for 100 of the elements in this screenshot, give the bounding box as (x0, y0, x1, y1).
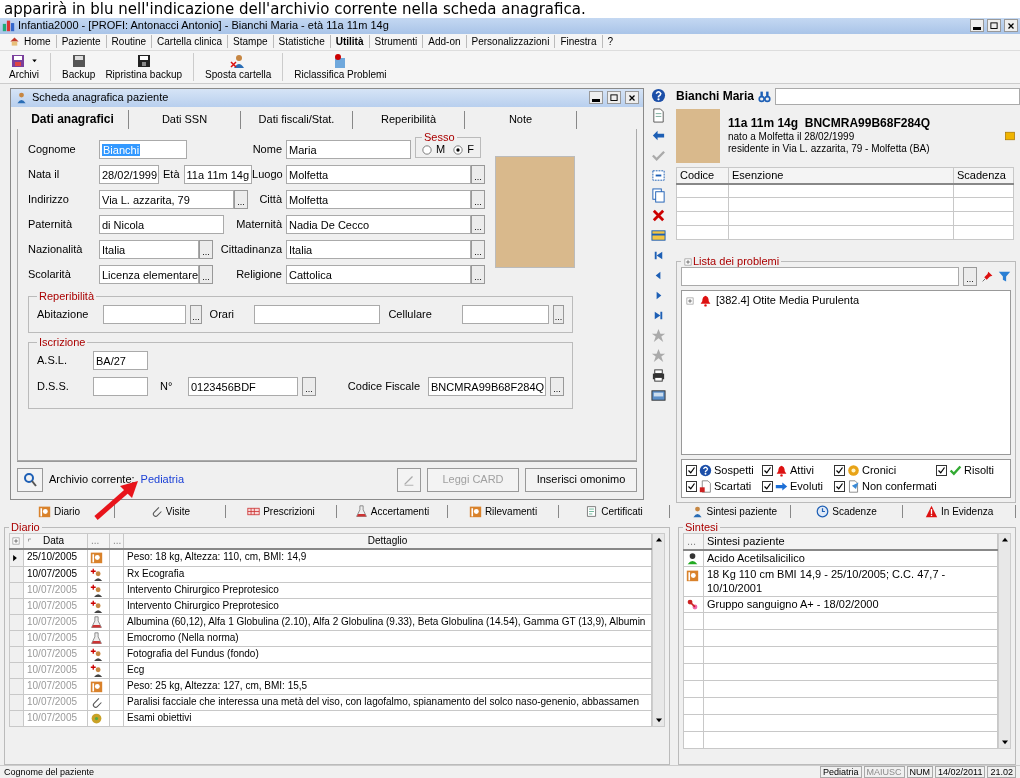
star-button[interactable] (650, 347, 666, 363)
filter-checkbox[interactable]: Sospetti (686, 464, 762, 478)
tab[interactable]: Rilevamenti (448, 505, 559, 519)
menu-item[interactable]: Routine (105, 35, 152, 49)
scrollbar[interactable] (998, 532, 1011, 750)
toolbar-button[interactable]: Sposta cartella (200, 52, 277, 81)
input-field[interactable]: Cattolica (286, 264, 471, 284)
action-button[interactable]: Inserisci omonimo (525, 467, 637, 492)
input-field[interactable]: Licenza elementare (99, 264, 199, 284)
input-field[interactable]: BA/27 (93, 351, 148, 371)
tab[interactable]: Scadenze (790, 505, 904, 519)
folder-button[interactable] (1004, 129, 1016, 142)
card-button[interactable] (650, 227, 666, 243)
menu-item[interactable]: Stampe (227, 35, 273, 49)
search-button[interactable] (17, 467, 43, 492)
menu-item[interactable]: Home (4, 35, 56, 49)
browse-button[interactable]: ... (471, 214, 485, 234)
copy-button[interactable] (650, 187, 666, 203)
input-field[interactable]: Italia (99, 239, 199, 259)
menu-item[interactable]: Add-on (422, 35, 466, 49)
input-field[interactable]: Molfetta (286, 164, 471, 184)
input-field[interactable] (93, 377, 148, 397)
input-field[interactable]: 0123456BDF (188, 377, 298, 397)
scale-icon (37, 505, 51, 519)
scrollbar[interactable] (652, 532, 665, 727)
browse-button[interactable]: ... (199, 264, 213, 284)
document-button[interactable] (650, 107, 666, 123)
browse-button[interactable]: ... (552, 305, 564, 325)
menu-item[interactable]: ? (601, 35, 619, 49)
maximize-button[interactable] (987, 19, 1001, 33)
tab[interactable]: Diario (4, 505, 115, 519)
tab[interactable]: Visite (115, 505, 226, 519)
search-field[interactable] (775, 87, 1020, 105)
text-box-button[interactable] (650, 167, 666, 183)
tab[interactable]: Sintesi paziente (678, 505, 791, 519)
tab[interactable]: Reperibilità (353, 111, 465, 129)
browse-button[interactable]: ... (190, 305, 202, 325)
input-field[interactable] (103, 305, 187, 325)
browse-button[interactable]: ... (550, 377, 564, 397)
browse-button[interactable]: ... (199, 239, 213, 259)
input-field[interactable]: Italia (286, 239, 471, 259)
radio-option[interactable]: F (453, 143, 474, 157)
menu-item[interactable]: Cartella clinica (151, 35, 228, 49)
input-field[interactable]: 28/02/1999 (99, 164, 159, 184)
menu-item[interactable]: Paziente (55, 35, 106, 49)
radio-option[interactable]: M (422, 143, 446, 157)
tab[interactable]: Certificati (559, 505, 670, 519)
input-field[interactable] (253, 305, 381, 325)
menu-item[interactable]: Statistiche (272, 35, 330, 49)
menu-item[interactable]: Personalizzazioni (465, 35, 555, 49)
browse-button[interactable]: ... (471, 189, 485, 209)
input-field[interactable]: Nadia De Cecco (286, 214, 471, 234)
tab[interactable]: Prescrizioni (226, 505, 337, 519)
tab[interactable]: In Evidenza (903, 505, 1016, 519)
close-button[interactable] (1004, 19, 1018, 33)
input-field[interactable]: Maria (286, 139, 411, 159)
tab[interactable]: Dati fiscali/Stat. (241, 111, 353, 129)
tab[interactable]: Accertamenti (337, 505, 448, 519)
input-field[interactable]: di Nicola (99, 214, 224, 234)
browse-button[interactable]: ... (963, 267, 977, 287)
menu-item[interactable]: Finestra (554, 35, 602, 49)
toolbar-button[interactable]: Archivi (4, 52, 44, 81)
filter-checkbox[interactable]: Evoluti (762, 479, 834, 493)
tab[interactable]: Dati anagrafici (17, 110, 129, 129)
menu-item[interactable]: Utilità (329, 35, 369, 49)
browse-button[interactable]: ... (471, 264, 485, 284)
minimize-button[interactable] (970, 19, 984, 33)
filter-field[interactable] (681, 267, 959, 287)
tab[interactable]: Dati SSN (129, 111, 241, 129)
browse-button[interactable]: ... (234, 189, 248, 209)
input-field[interactable]: Molfetta (286, 189, 471, 209)
filter-checkbox[interactable]: Cronici (834, 464, 936, 478)
toolbar-button[interactable]: Riclassifica Problemi (289, 52, 392, 81)
maximize-button[interactable] (607, 91, 621, 105)
menu-item[interactable]: Strumenti (368, 35, 423, 49)
filter-checkbox[interactable]: Risolti (936, 464, 1006, 478)
close-button[interactable] (625, 91, 639, 105)
input-field[interactable] (462, 305, 549, 325)
input-field[interactable]: 11a 11m 14g (183, 164, 253, 184)
toolbar-button[interactable]: Backup (57, 52, 101, 81)
browse-button[interactable]: ... (471, 164, 485, 184)
browse-button[interactable]: ... (302, 377, 316, 397)
delete-button[interactable] (650, 207, 666, 223)
filter-checkbox[interactable]: Attivi (762, 464, 834, 478)
minimize-button[interactable] (589, 91, 603, 105)
tab[interactable]: Note (465, 111, 577, 129)
filter-checkbox[interactable]: Scartati (686, 479, 762, 493)
xred-icon (650, 207, 666, 223)
browse-button[interactable]: ... (471, 239, 485, 259)
input-field[interactable]: BNCMRA99B68F284Q (428, 377, 546, 397)
image-button[interactable] (650, 387, 666, 403)
printer-button[interactable] (650, 367, 666, 383)
tree-item[interactable]: [382.4] Otite Media Purulenta (716, 294, 860, 308)
filter-checkbox[interactable]: Non confermati (834, 479, 936, 493)
max-icon (609, 92, 619, 103)
toolbar-button[interactable]: Ripristina backup (100, 52, 188, 81)
star-button[interactable] (650, 327, 666, 343)
help-button[interactable] (650, 87, 666, 103)
archive-link[interactable]: Pediatria (140, 473, 184, 487)
input-field[interactable]: Via L. azzarita, 79 (99, 189, 234, 209)
